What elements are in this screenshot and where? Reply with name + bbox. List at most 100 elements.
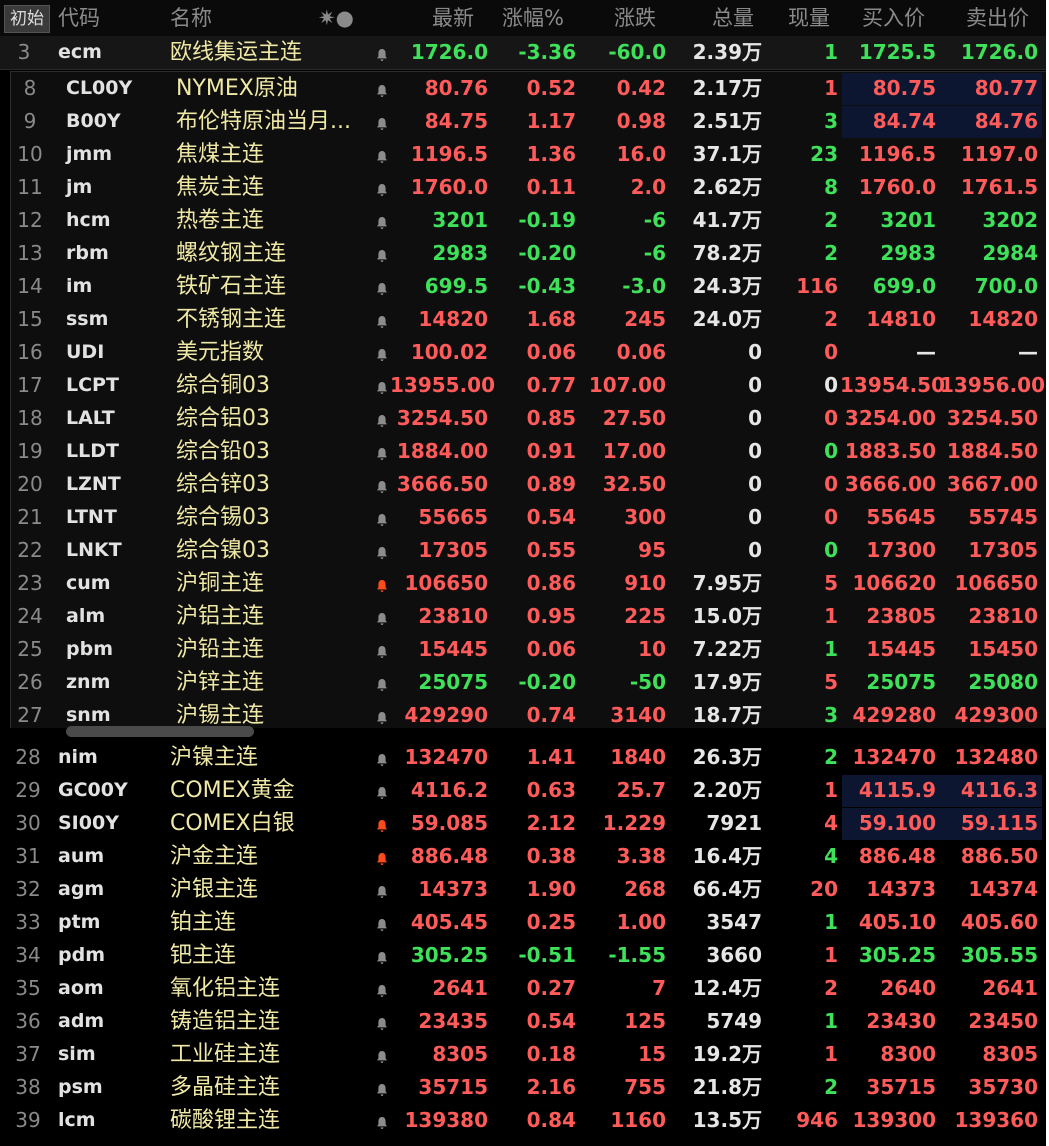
- quote-row[interactable]: 22 LNKT 综合镍03 17305 0.55 95 0 0 17300 17305: [0, 534, 1049, 567]
- alert-bell-icon[interactable]: [372, 303, 392, 336]
- header-name[interactable]: 名称: [170, 0, 212, 36]
- quote-row[interactable]: 26 znm 沪锌主连 25075 -0.20 -50 17.9万 5 25075 25080: [0, 666, 1049, 699]
- change-percent: 2.12: [526, 811, 576, 835]
- quote-row[interactable]: 37 sim 工业硅主连 8305 0.18 15 19.2万 1 8300 8305: [0, 1038, 1049, 1071]
- alert-bell-icon[interactable]: [372, 36, 392, 69]
- quote-row[interactable]: 31 aum 沪金主连 886.48 0.38 3.38 16.4万 4 886.48 886.5…: [0, 840, 1049, 873]
- quote-row[interactable]: 19 LLDT 综合铅03 1884.00 0.91 17.00 0 0 1883.50 1884…: [0, 435, 1049, 468]
- current-volume: 1: [824, 1009, 838, 1033]
- quote-row[interactable]: 25 pbm 沪铅主连 15445 0.06 10 7.22万 1 15445 15450: [0, 633, 1049, 666]
- change-value: 2.0: [630, 175, 666, 199]
- symbol-code: LALT: [66, 407, 115, 429]
- quote-row[interactable]: 36 adm 铸造铝主连 23435 0.54 125 5749 1 23430 23450: [0, 1005, 1049, 1038]
- quote-row[interactable]: 30 SI00Y COMEX白银 59.085 2.12 1.229 7921 4 59.100…: [0, 807, 1049, 840]
- alert-bell-icon[interactable]: [372, 567, 392, 600]
- quote-row[interactable]: 23 cum 沪铜主连 106650 0.86 910 7.95万 5 106620 106650: [0, 567, 1049, 600]
- alert-bell-icon[interactable]: [372, 270, 392, 303]
- alert-bell-icon[interactable]: [372, 435, 392, 468]
- alert-bell-icon[interactable]: [372, 666, 392, 699]
- ask-price: 1884.50: [946, 439, 1038, 463]
- symbol-name: 欧线集运主连: [170, 40, 303, 65]
- header-code[interactable]: 代码: [58, 0, 100, 36]
- quote-row[interactable]: 18 LALT 综合铝03 3254.50 0.85 27.50 0 0 3254.00 3254…: [0, 402, 1049, 435]
- header-cur[interactable]: 现量: [788, 0, 830, 36]
- alert-bell-icon[interactable]: [372, 468, 392, 501]
- quote-row[interactable]: 14 im 铁矿石主连 699.5 -0.43 -3.0 24.3万 116 699.0 700.…: [0, 270, 1049, 303]
- change-percent: 0.25: [526, 910, 576, 934]
- quote-row[interactable]: 15 ssm 不锈钢主连 14820 1.68 245 24.0万 2 14810 14820: [0, 303, 1049, 336]
- quote-row[interactable]: 34 pdm 钯主连 305.25 -0.51 -1.55 3660 1 305.25 305.5…: [0, 939, 1049, 972]
- symbol-name: 沪金主连: [170, 844, 259, 869]
- alert-bell-icon[interactable]: [372, 1104, 392, 1137]
- quote-row[interactable]: 32 agm 沪银主连 14373 1.90 268 66.4万 20 14373 14374: [0, 873, 1049, 906]
- quote-row[interactable]: 13 rbm 螺纹钢主连 2983 -0.20 -6 78.2万 2 2983 2984: [0, 237, 1049, 270]
- alert-bell-icon[interactable]: [372, 906, 392, 939]
- quote-row[interactable]: 11 jm 焦炭主连 1760.0 0.11 2.0 2.62万 8 1760.0 1761.5: [0, 171, 1049, 204]
- change-percent: 0.55: [526, 538, 576, 562]
- header-bid[interactable]: 买入价: [862, 0, 925, 36]
- header-chg[interactable]: 涨跌: [614, 0, 656, 36]
- quote-row[interactable]: 17 LCPT 综合铜03 13955.00 0.77 107.00 0 0 13954.50 1…: [0, 369, 1049, 402]
- alert-bell-icon[interactable]: [372, 72, 392, 105]
- alert-bell-icon[interactable]: [372, 534, 392, 567]
- horizontal-scrollbar[interactable]: [66, 726, 254, 737]
- reset-button[interactable]: 初始: [4, 5, 50, 33]
- quote-row[interactable]: 9 B00Y 布伦特原油当月... 84.75 1.17 0.98 2.51万 3 84.74 8…: [0, 105, 1049, 138]
- alert-bell-icon[interactable]: [372, 741, 392, 774]
- alert-bell-icon[interactable]: [372, 807, 392, 840]
- alert-bell-icon[interactable]: [372, 774, 392, 807]
- quote-row[interactable]: 12 hcm 热卷主连 3201 -0.19 -6 41.7万 2 3201 3202: [0, 204, 1049, 237]
- quote-row[interactable]: 8 CL00Y NYMEX原油 80.76 0.52 0.42 2.17万 1 80.75 80.…: [0, 72, 1049, 105]
- sort-toggle-icon[interactable]: ✷●: [318, 0, 354, 36]
- alert-bell-icon[interactable]: [372, 204, 392, 237]
- alert-bell-icon[interactable]: [372, 633, 392, 666]
- alert-bell-icon[interactable]: [372, 237, 392, 270]
- alert-bell-icon[interactable]: [372, 1071, 392, 1104]
- alert-bell-icon[interactable]: [372, 1038, 392, 1071]
- alert-bell-icon[interactable]: [372, 939, 392, 972]
- row-index: 14: [17, 274, 43, 298]
- current-volume: 2: [824, 241, 838, 265]
- header-ask[interactable]: 卖出价: [966, 0, 1029, 36]
- quote-row[interactable]: 3 ecm 欧线集运主连 1726.0 -3.36 -60.0 2.39万 1 1725.5 17…: [0, 36, 1049, 70]
- alert-bell-icon[interactable]: [372, 336, 392, 369]
- alert-bell-icon[interactable]: [372, 171, 392, 204]
- alert-bell-icon[interactable]: [372, 501, 392, 534]
- header-last[interactable]: 最新: [432, 0, 474, 36]
- quote-row[interactable]: 24 alm 沪铝主连 23810 0.95 225 15.0万 1 23805 23810: [0, 600, 1049, 633]
- total-volume: 0: [748, 472, 762, 496]
- current-volume: 1: [824, 778, 838, 802]
- quote-row[interactable]: 35 aom 氧化铝主连 2641 0.27 7 12.4万 2 2640 2641: [0, 972, 1049, 1005]
- alert-bell-icon[interactable]: [372, 840, 392, 873]
- alert-bell-icon[interactable]: [372, 600, 392, 633]
- quote-row[interactable]: 38 psm 多晶硅主连 35715 2.16 755 21.8万 2 35715 35730: [0, 1071, 1049, 1104]
- quote-row[interactable]: 39 lcm 碳酸锂主连 139380 0.84 1160 13.5万 946 139300 13…: [0, 1104, 1049, 1137]
- quote-row[interactable]: 16 UDI 美元指数 100.02 0.06 0.06 0 0 — —: [0, 336, 1049, 369]
- row-index: 37: [15, 1042, 41, 1066]
- quote-row[interactable]: 33 ptm 铂主连 405.45 0.25 1.00 3547 1 405.10 405.60: [0, 906, 1049, 939]
- current-volume: 2: [824, 208, 838, 232]
- alert-bell-icon[interactable]: [372, 105, 392, 138]
- header-pct[interactable]: 涨幅%: [502, 0, 564, 36]
- alert-bell-icon[interactable]: [372, 1005, 392, 1038]
- symbol-code: cum: [66, 572, 111, 594]
- alert-bell-icon[interactable]: [372, 402, 392, 435]
- total-volume: 7.22万: [692, 637, 762, 661]
- alert-bell-icon[interactable]: [372, 972, 392, 1005]
- header-vol[interactable]: 总量: [712, 0, 754, 36]
- change-percent: 0.06: [526, 637, 576, 661]
- ask-price: 1726.0: [960, 40, 1038, 64]
- quote-row[interactable]: 29 GC00Y COMEX黄金 4116.2 0.63 25.7 2.20万 1 4115.9…: [0, 774, 1049, 807]
- quote-row[interactable]: 10 jmm 焦煤主连 1196.5 1.36 16.0 37.1万 23 1196.5 1197…: [0, 138, 1049, 171]
- last-price: 106650: [404, 571, 489, 595]
- quote-row[interactable]: 21 LTNT 综合锡03 55665 0.54 300 0 0 55645 55745: [0, 501, 1049, 534]
- total-volume: 16.4万: [692, 844, 762, 868]
- row-index: 9: [23, 109, 37, 133]
- quote-row[interactable]: 20 LZNT 综合锌03 3666.50 0.89 32.50 0 0 3666.00 3667…: [0, 468, 1049, 501]
- symbol-name: COMEX白银: [170, 811, 295, 836]
- quote-row[interactable]: 28 nim 沪镍主连 132470 1.41 1840 26.3万 2 132470 13248…: [0, 741, 1049, 774]
- change-percent: 1.41: [526, 745, 576, 769]
- alert-bell-icon[interactable]: [372, 873, 392, 906]
- alert-bell-icon[interactable]: [372, 369, 392, 402]
- alert-bell-icon[interactable]: [372, 138, 392, 171]
